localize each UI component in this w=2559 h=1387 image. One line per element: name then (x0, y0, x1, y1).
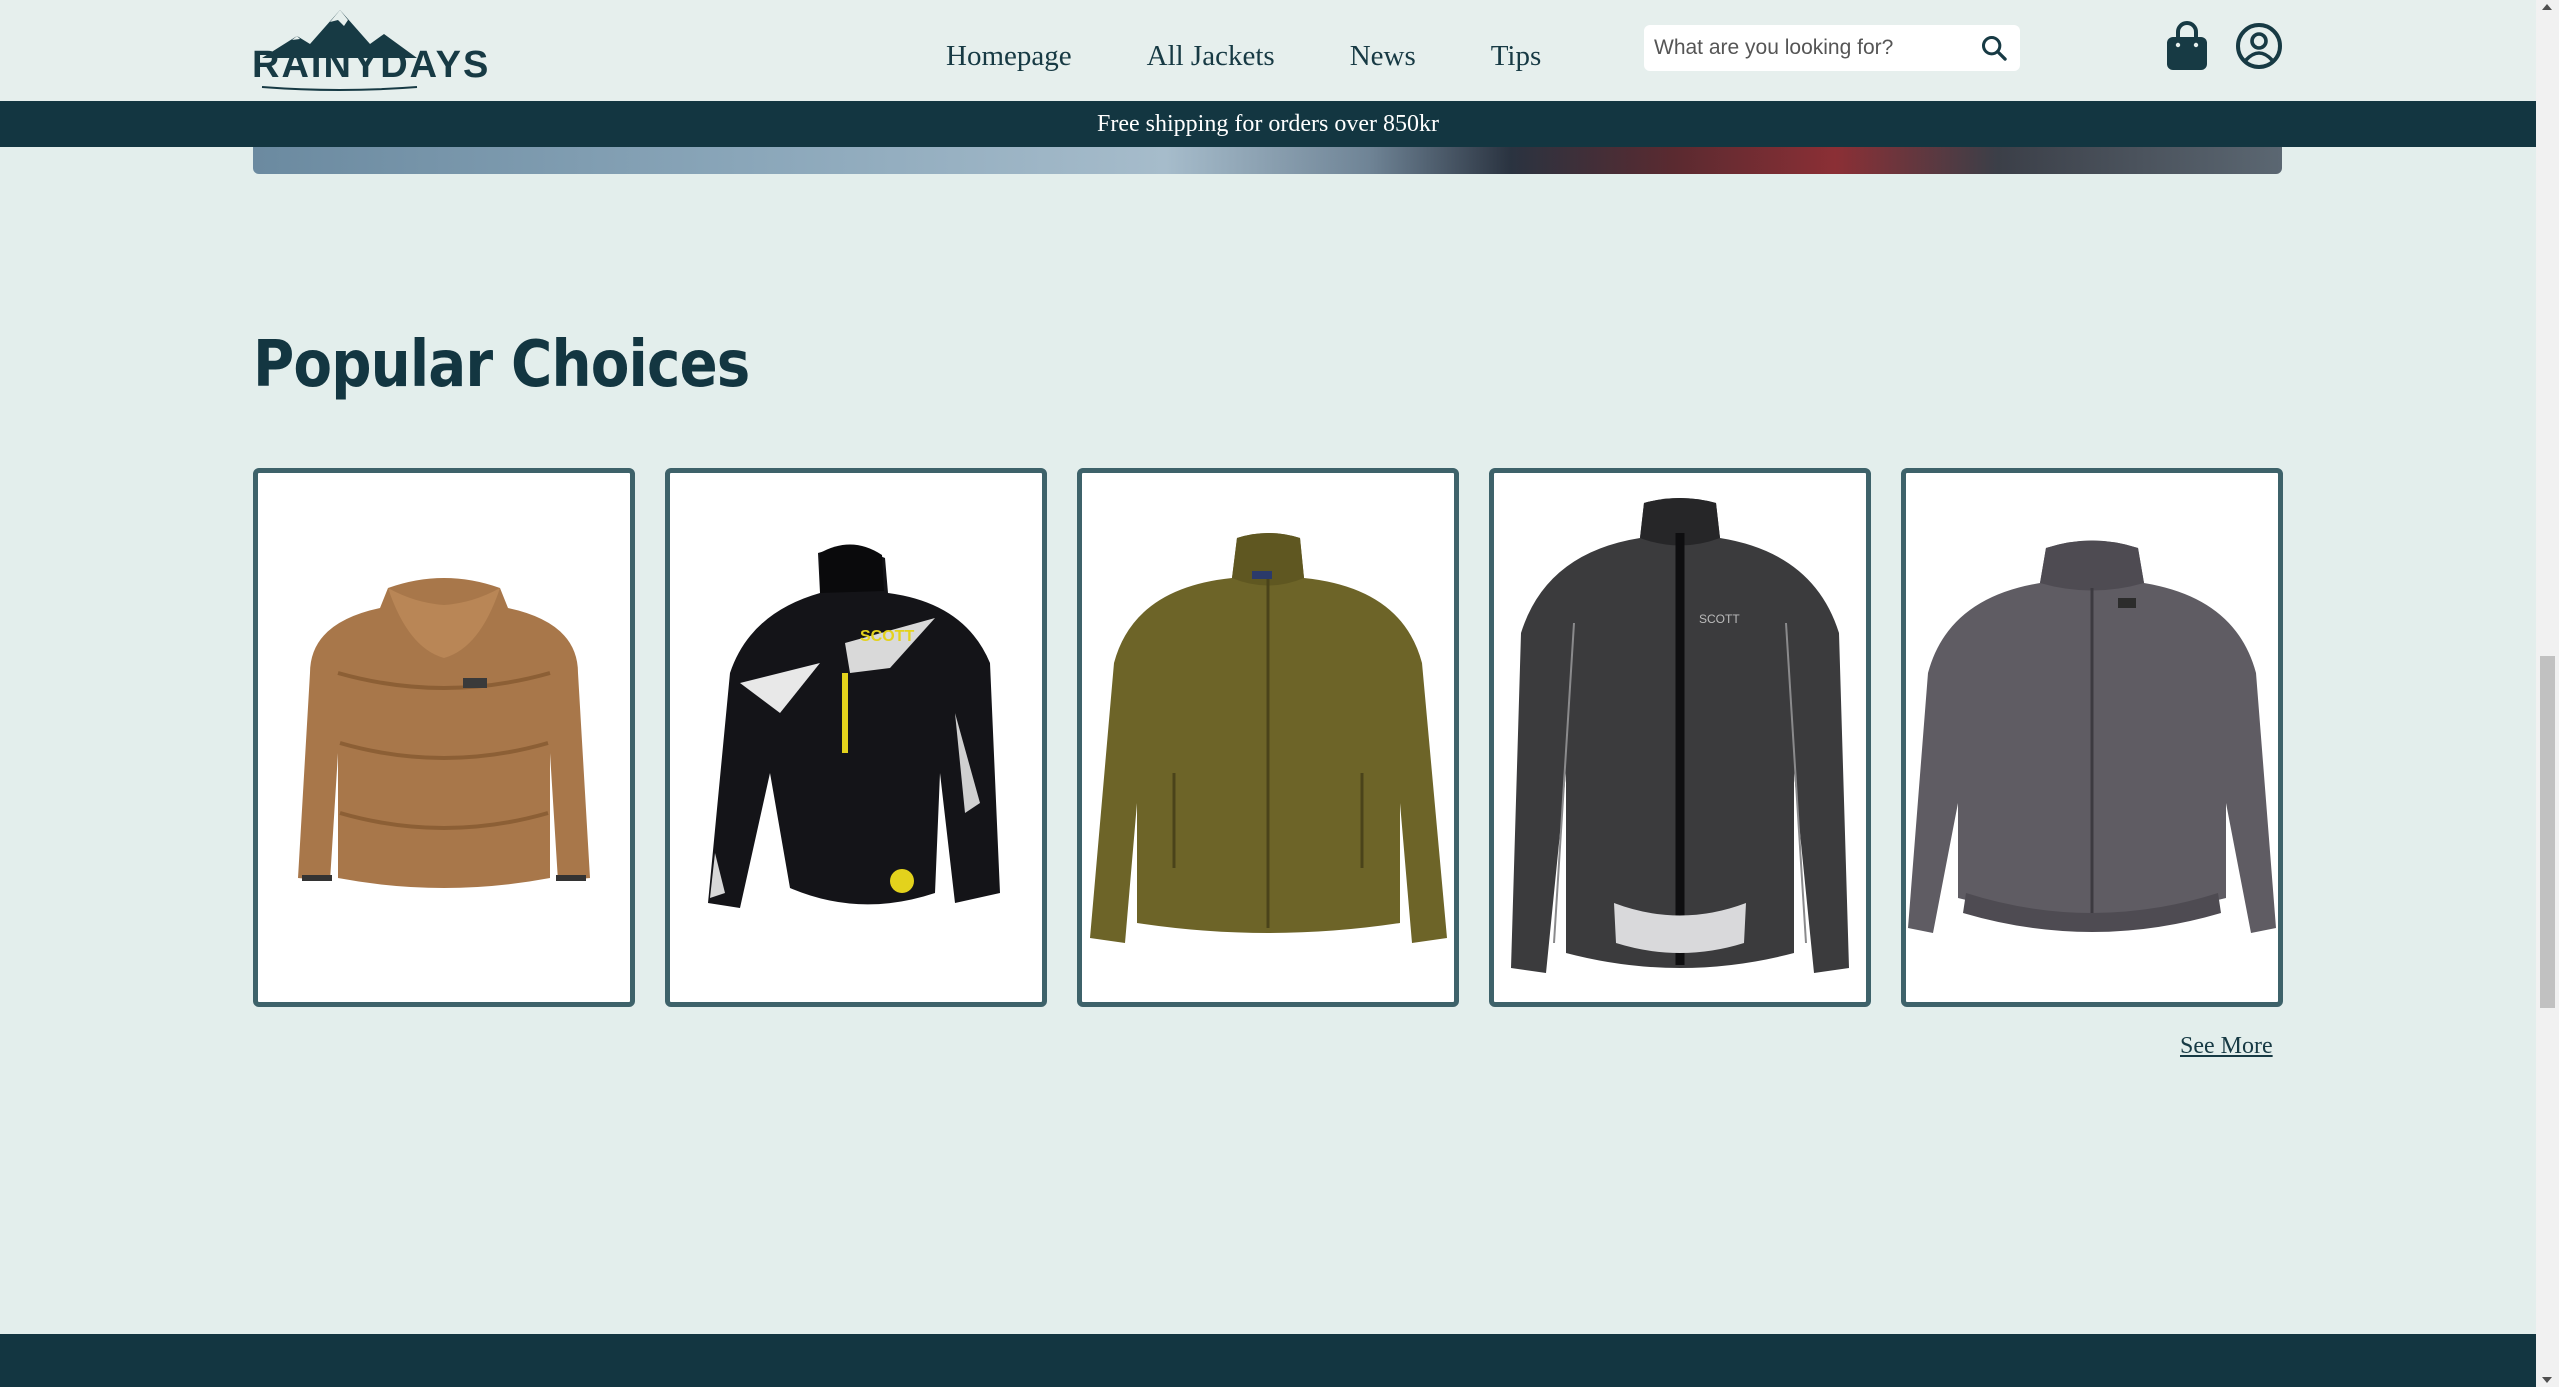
search-icon[interactable] (1980, 34, 2008, 62)
search-box (1644, 25, 2020, 71)
search-input[interactable] (1654, 25, 1974, 71)
nav-tips[interactable]: Tips (1491, 36, 1542, 76)
user-account-icon[interactable] (2235, 22, 2283, 70)
product-card[interactable] (253, 468, 635, 1007)
logo-text: RAINYDAYS (252, 44, 491, 86)
rainydays-logo[interactable]: RAINYDAYS (252, 8, 491, 91)
shopping-bag-icon[interactable] (2165, 20, 2209, 72)
product-card[interactable] (1077, 468, 1459, 1007)
popular-products-grid: SCOTT SCOTT (253, 468, 2283, 1007)
svg-text:SCOTT: SCOTT (1699, 612, 1740, 626)
product-image-grey-cycling-jacket: SCOTT (1511, 498, 1849, 973)
product-card[interactable]: SCOTT (1489, 468, 1871, 1007)
scroll-up-icon[interactable] (2542, 4, 2552, 10)
popular-choices-title: Popular Choices (253, 328, 750, 402)
main-nav: Homepage All Jackets News Tips (946, 36, 1616, 76)
logo-underline-icon (261, 86, 418, 91)
product-image-grey-bomber-jacket (1908, 540, 2276, 933)
product-image-black-scott-jacket: SCOTT (708, 544, 1000, 908)
page-scrollbar[interactable] (2536, 0, 2559, 1387)
site-header: RAINYDAYS Homepage All Jackets News Tips (0, 0, 2536, 101)
nav-homepage[interactable]: Homepage (946, 36, 1072, 76)
site-footer (0, 1334, 2536, 1387)
svg-text:SCOTT: SCOTT (860, 628, 914, 645)
product-card[interactable] (1901, 468, 2283, 1007)
product-image-brown-fleece (298, 578, 590, 888)
nav-all-jackets[interactable]: All Jackets (1147, 36, 1275, 76)
scroll-down-icon[interactable] (2542, 1377, 2552, 1383)
nav-news[interactable]: News (1350, 36, 1416, 76)
product-card[interactable]: SCOTT (665, 468, 1047, 1007)
product-image-olive-fleece (1090, 533, 1447, 943)
hero-image (253, 147, 2282, 174)
shipping-banner: Free shipping for orders over 850kr (0, 101, 2536, 147)
see-more-link[interactable]: See More (2180, 1033, 2273, 1060)
scrollbar-thumb[interactable] (2540, 656, 2555, 1008)
